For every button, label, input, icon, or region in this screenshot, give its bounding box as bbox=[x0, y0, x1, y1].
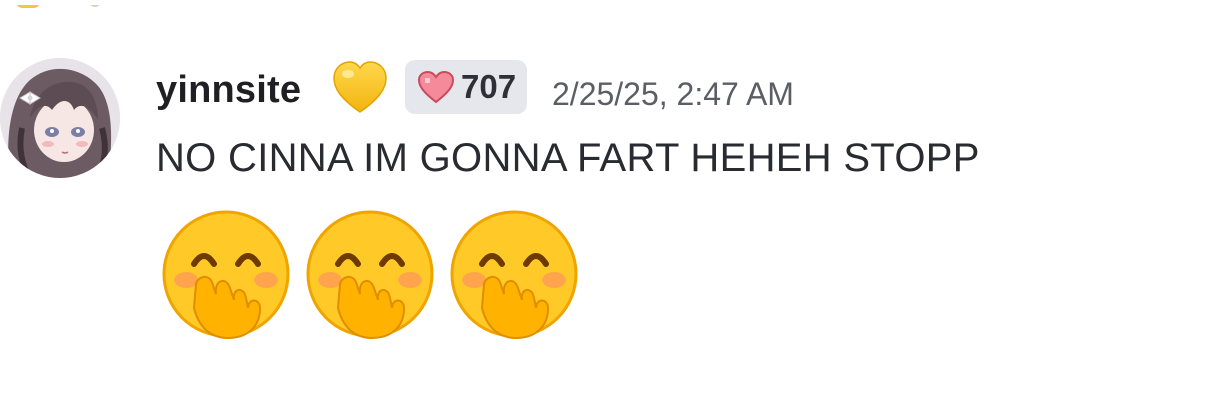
previous-emoji-fragment-icon bbox=[16, 0, 100, 8]
yellow-heart-icon[interactable] bbox=[330, 58, 390, 118]
status-badge[interactable]: 707 bbox=[405, 60, 527, 114]
badge-count: 707 bbox=[461, 68, 517, 105]
hand-over-mouth-emoji-icon bbox=[156, 204, 296, 344]
avatar[interactable] bbox=[0, 58, 120, 178]
username[interactable]: yinnsite bbox=[156, 68, 301, 112]
hand-over-mouth-emoji-icon bbox=[444, 204, 584, 344]
pixel-heart-icon bbox=[417, 70, 455, 104]
message-timestamp[interactable]: 2/25/25, 2:47 AM bbox=[552, 75, 794, 113]
hand-over-mouth-emoji-icon bbox=[300, 204, 440, 344]
chat-message: yinnsite 707 2/25/25, 2:47 AM NO CINNA I… bbox=[0, 50, 1215, 370]
anime-avatar-icon bbox=[0, 58, 120, 178]
previous-message-clip bbox=[0, 0, 1215, 8]
message-content: NO CINNA IM GONNA FART HEHEH STOPP bbox=[156, 136, 980, 180]
